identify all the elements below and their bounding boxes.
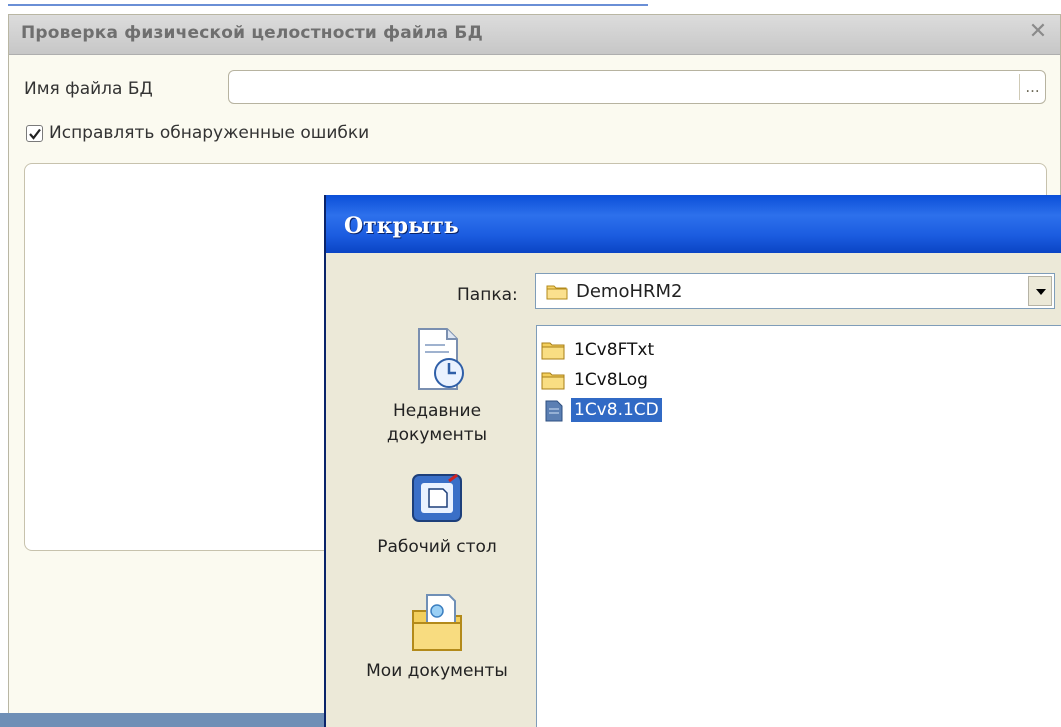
checkmark-icon [29, 128, 41, 140]
file-list[interactable]: 1Cv8FTxt 1Cv8Log 1Cv8.1CD [536, 325, 1061, 727]
recent-documents-icon [418, 328, 464, 390]
browse-button[interactable]: ... [1019, 74, 1045, 100]
window-title-bar[interactable]: Проверка физической целостности файла БД… [9, 15, 1060, 55]
desktop-icon [412, 473, 462, 522]
fix-errors-checkbox[interactable] [26, 125, 43, 142]
file-name: 1Cv8FTxt [574, 340, 655, 360]
fix-errors-label[interactable]: Исправлять обнаруженные ошибки [49, 123, 369, 143]
place-label: Рабочий стол [377, 537, 497, 557]
folder-icon [541, 372, 565, 390]
place-label: Мои документы [366, 661, 508, 681]
database-file-icon [545, 400, 563, 422]
top-link[interactable] [8, 0, 648, 6]
folder-label: Папка: [457, 285, 518, 305]
my-documents-icon [412, 594, 462, 651]
place-my-documents[interactable]: Мои документы [344, 589, 530, 683]
place-label: Недавние [392, 401, 482, 421]
place-recent-documents[interactable]: Недавние документы [344, 325, 530, 447]
db-file-input[interactable]: ... [228, 70, 1046, 104]
folder-icon [546, 285, 568, 300]
window-title: Проверка физической целостности файла БД [21, 23, 483, 43]
top-link-strip [0, 0, 1061, 14]
close-icon[interactable]: ✕ [1026, 20, 1050, 44]
place-desktop[interactable]: Рабочий стол [344, 471, 530, 559]
places-bar: Недавние документы Рабочий стол Мои доку… [344, 325, 530, 727]
chevron-down-icon[interactable] [1028, 276, 1052, 306]
folder-value: DemoHRM2 [576, 281, 683, 302]
folder-icon [541, 342, 565, 360]
folder-select[interactable]: DemoHRM2 [535, 273, 1055, 309]
db-file-label: Имя файла БД [24, 79, 153, 99]
taskbar-fragment [0, 713, 330, 727]
dialog-title: Открыть [344, 213, 459, 239]
dialog-title-bar[interactable]: Открыть [326, 195, 1061, 253]
file-name: 1Cv8.1CD [571, 398, 662, 422]
place-label: документы [386, 425, 488, 445]
file-name: 1Cv8Log [574, 370, 648, 390]
open-file-dialog: Открыть Папка: DemoHRM2 Недавние докумен… [324, 195, 1061, 727]
